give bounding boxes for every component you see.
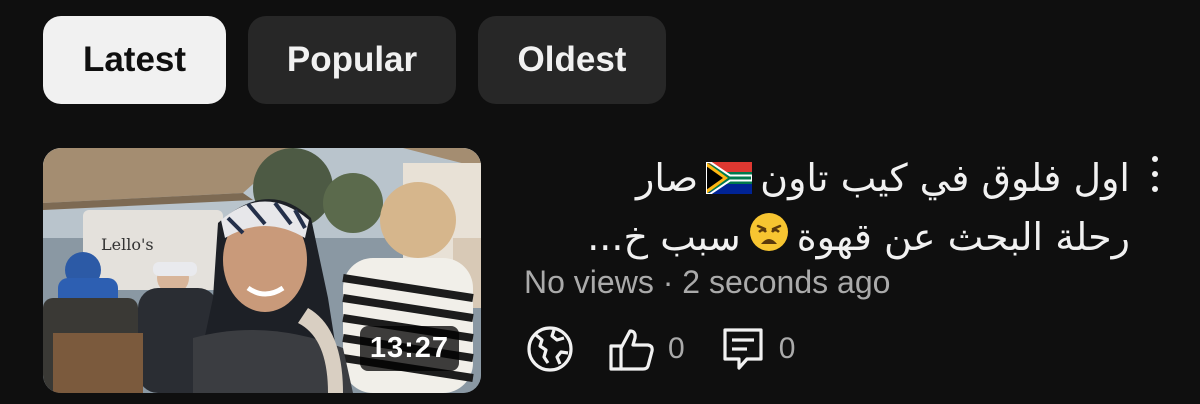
title-line-2-text: رحلة البحث عن قهوة: [796, 214, 1130, 259]
video-title[interactable]: اول فلوق في كيب تاون صار رحلة البحث عن قه…: [520, 150, 1130, 267]
more-vertical-icon[interactable]: [1140, 156, 1170, 192]
comment-icon[interactable]: [717, 323, 769, 375]
title-line-1-text: اول فلوق في كيب تاون: [760, 156, 1130, 200]
thumbs-up-icon[interactable]: [606, 323, 658, 375]
comment-count: 0: [778, 332, 796, 365]
video-thumbnail[interactable]: Lello's 13:27: [43, 148, 481, 393]
meta-separator: ·: [662, 264, 674, 300]
weary-face-icon: [749, 211, 789, 267]
globe-icon[interactable]: [524, 323, 576, 375]
sort-filter-chips: Latest Popular Oldest: [43, 16, 666, 104]
title-line-1-tail: صار: [635, 156, 699, 200]
chip-popular[interactable]: Popular: [248, 16, 456, 104]
videos-tab-page: Latest Popular Oldest Lello's 13:27 اول …: [0, 0, 1200, 404]
video-duration: 13:27: [359, 326, 459, 371]
title-line-1: اول فلوق في كيب تاون صار: [520, 150, 1130, 209]
title-line-2-tail: سبب خ...: [587, 214, 741, 259]
chip-oldest[interactable]: Oldest: [478, 16, 666, 104]
svg-text:Lello's: Lello's: [101, 235, 154, 254]
chip-latest[interactable]: Latest: [43, 16, 226, 104]
south-africa-flag-icon: [705, 153, 754, 209]
view-count: No views: [524, 264, 654, 300]
upload-age: 2 seconds ago: [682, 264, 891, 300]
video-actions: 0 0: [524, 323, 795, 375]
video-metadata: No views · 2 seconds ago: [524, 264, 890, 301]
title-line-2: رحلة البحث عن قهوة سبب خ...: [520, 209, 1130, 268]
like-count: 0: [668, 332, 685, 365]
